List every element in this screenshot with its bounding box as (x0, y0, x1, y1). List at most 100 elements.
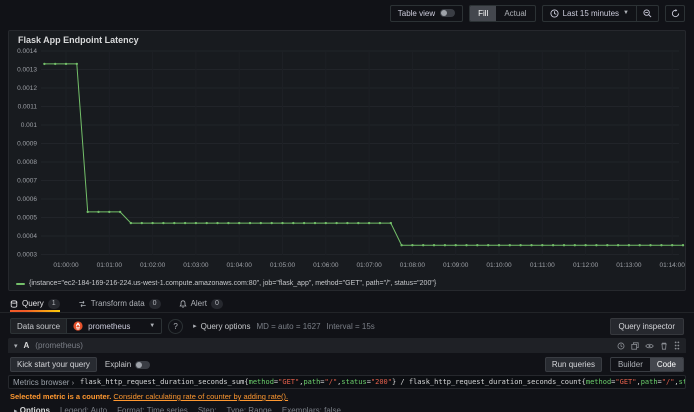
svg-text:01:14:00: 01:14:00 (660, 262, 686, 269)
option-step: Step: (197, 406, 217, 412)
datasource-value: prometheus (88, 321, 131, 331)
option-format: Format: Time series (117, 406, 188, 412)
tab-count-badge: 0 (148, 298, 161, 309)
zoom-out-button[interactable] (636, 5, 658, 21)
query-row-header[interactable]: ▾ A (prometheus) (8, 338, 686, 353)
datasource-label: Data source (10, 318, 67, 334)
svg-text:0.0011: 0.0011 (18, 104, 38, 111)
options-toggle[interactable]: ▸ Options (14, 406, 50, 412)
latency-chart[interactable]: 0.0014 0.0013 0.0012 0.0011 0.001 0.0009 0.000… (11, 45, 687, 277)
builder-code-group: Builder Code (609, 357, 684, 372)
datasource-select[interactable]: prometheus ▼ (66, 318, 163, 334)
tab-label: Transform data (90, 299, 145, 308)
tab-alert[interactable]: Alert 0 (179, 295, 223, 312)
code-button[interactable]: Code (649, 358, 683, 371)
query-options-footer: ▸ Options Legend: Auto Format: Time seri… (8, 401, 686, 412)
svg-text:0.0012: 0.0012 (17, 85, 37, 92)
chevron-right-icon: ▸ (193, 323, 197, 330)
svg-text:01:06:00: 01:06:00 (313, 262, 339, 269)
legend-item[interactable]: {instance="ec2-184-169-216-224.us-west-1… (16, 280, 436, 287)
prometheus-logo-icon (73, 321, 83, 331)
svg-text:0.0003: 0.0003 (17, 252, 37, 259)
panel-editor-toolbar: Table view Fill Actual Last 15 minutes ▼ (0, 0, 694, 26)
datasource-row: Data source prometheus ▼ ? ▸ Query optio… (0, 316, 694, 336)
refresh-button[interactable] (665, 4, 685, 22)
panel-title: Flask App Endpoint Latency (18, 35, 139, 45)
table-view-toggle[interactable] (440, 9, 456, 17)
promql-query-input[interactable]: flask_http_request_duration_seconds_sum{… (80, 378, 685, 386)
eye-icon[interactable] (645, 342, 654, 350)
datasource-help-button[interactable]: ? (168, 318, 184, 334)
svg-text:01:00:00: 01:00:00 (53, 262, 79, 269)
alert-bell-icon (179, 299, 187, 308)
svg-text:0.0013: 0.0013 (17, 67, 37, 74)
refresh-icon (671, 8, 679, 17)
rate-hint-link[interactable]: Consider calculating rate of counter by … (113, 392, 288, 401)
copy-icon[interactable] (631, 341, 639, 350)
fill-actual-group: Fill Actual (469, 4, 536, 22)
query-row-actions (617, 341, 680, 350)
svg-text:01:07:00: 01:07:00 (356, 262, 382, 269)
query-options-label: Query options (200, 321, 251, 331)
svg-text:0.0007: 0.0007 (17, 178, 37, 185)
option-legend: Legend: Auto (59, 406, 108, 412)
legend-label: {instance="ec2-184-169-216-224.us-west-1… (29, 280, 437, 287)
svg-text:0.0006: 0.0006 (17, 196, 37, 203)
svg-text:01:12:00: 01:12:00 (573, 262, 599, 269)
collapse-chevron-icon[interactable]: ▾ (14, 342, 18, 350)
svg-text:01:04:00: 01:04:00 (227, 262, 253, 269)
time-picker-group: Last 15 minutes ▼ (541, 4, 659, 22)
chevron-down-icon: ▼ (149, 323, 156, 329)
warning-text: Selected metric is a counter. (10, 392, 112, 401)
svg-text:01:05:00: 01:05:00 (270, 262, 296, 269)
time-range-picker[interactable]: Last 15 minutes ▼ (543, 6, 636, 21)
fill-button[interactable]: Fill (470, 5, 497, 21)
query-options-toggle[interactable]: ▸ Query options (193, 322, 250, 331)
svg-text:01:13:00: 01:13:00 (616, 262, 642, 269)
kick-start-button[interactable]: Kick start your query (10, 357, 97, 372)
svg-text:0.0004: 0.0004 (17, 233, 37, 240)
tab-label: Query (22, 299, 44, 308)
query-ref-id: A (23, 341, 30, 350)
query-inspector-button[interactable]: Query inspector (609, 317, 684, 335)
svg-text:0.0008: 0.0008 (17, 159, 37, 166)
svg-text:0.0014: 0.0014 (17, 48, 37, 55)
svg-text:01:03:00: 01:03:00 (183, 262, 209, 269)
svg-text:01:10:00: 01:10:00 (486, 262, 512, 269)
run-queries-button[interactable]: Run queries (544, 357, 602, 372)
promql-editor-row: Metrics browser › flask_http_request_dur… (8, 375, 686, 389)
time-range-label: Last 15 minutes (562, 8, 620, 18)
tab-transform-data[interactable]: Transform data 0 (78, 295, 161, 312)
actual-button[interactable]: Actual (496, 6, 534, 21)
svg-text:0.0005: 0.0005 (17, 215, 37, 222)
query-toolbar-row: Kick start your query Explain Run querie… (8, 353, 686, 375)
svg-text:01:09:00: 01:09:00 (443, 262, 469, 269)
tab-count-badge: 0 (211, 298, 223, 309)
query-options-md: MD = auto = 1627 (256, 321, 321, 331)
explain-label: Explain (104, 360, 132, 369)
counter-warning: Selected metric is a counter. Consider c… (8, 389, 686, 401)
metrics-browser-toggle[interactable]: Metrics browser › (13, 378, 74, 387)
drag-handle-icon[interactable] (674, 341, 680, 350)
trash-icon[interactable] (660, 342, 668, 350)
table-view-control[interactable]: Table view (389, 4, 464, 22)
table-view-label: Table view (397, 8, 436, 18)
chevron-right-icon: ▸ (14, 408, 18, 412)
explain-toggle[interactable] (135, 360, 151, 369)
chevron-down-icon: ▼ (623, 10, 629, 16)
magnifier-minus-icon (643, 8, 652, 17)
option-type: Type: Range (226, 406, 272, 412)
options-label: Options (19, 406, 50, 412)
query-datasource-hint: (prometheus) (35, 341, 83, 350)
builder-button[interactable]: Builder (611, 358, 650, 371)
svg-text:01:02:00: 01:02:00 (140, 262, 166, 269)
option-exemplars: Exemplars: false (281, 406, 342, 412)
query-run-controls: Run queries Builder Code (544, 357, 684, 372)
tab-count-badge: 1 (47, 298, 60, 309)
legend-swatch (16, 282, 25, 285)
svg-text:01:11:00: 01:11:00 (530, 262, 555, 269)
tab-query[interactable]: Query 1 (10, 295, 60, 312)
transform-tab-icon (79, 300, 86, 307)
question-icon: ? (173, 321, 178, 331)
history-icon[interactable] (617, 342, 625, 350)
